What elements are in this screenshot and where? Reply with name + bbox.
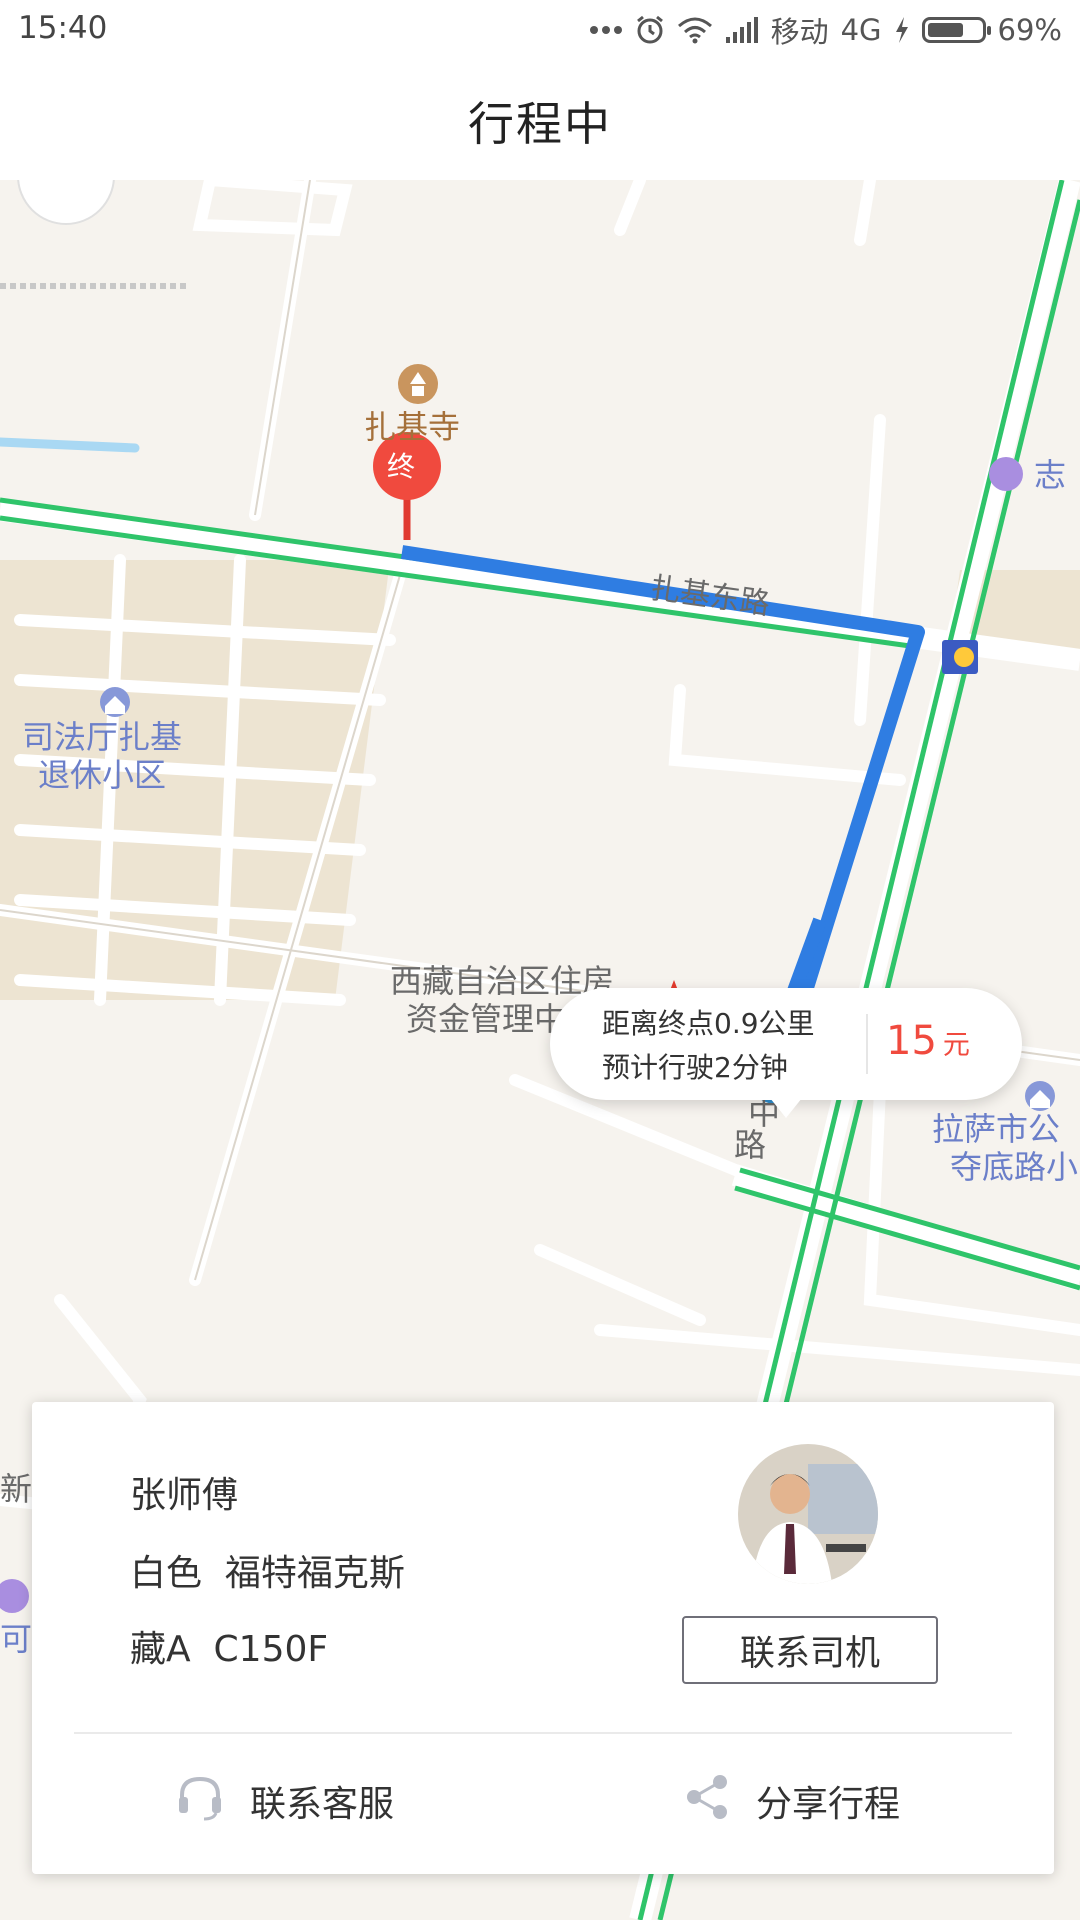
poi-left-label-xin: 新 — [0, 1470, 33, 1508]
share-trip-label: 分享行程 — [756, 1784, 901, 1825]
road-label-mid-2: 路 — [734, 1126, 767, 1164]
car-info: 白色 福特福克斯 — [130, 1544, 405, 1596]
fare-unit: 元 — [942, 1030, 970, 1061]
eta-text: 距离终点0.9公里 预计行驶2分钟 — [602, 1002, 815, 1090]
wifi-icon — [677, 16, 713, 44]
status-time: 15:40 — [18, 10, 108, 46]
poi-community-line-2: 退休小区 — [38, 756, 167, 794]
card-divider — [74, 1732, 1012, 1734]
fare-value: 15 — [886, 1018, 937, 1064]
share-icon — [682, 1772, 732, 1831]
destination-marker-label: 终 — [387, 450, 416, 483]
poi-lhasa-line-1: 拉萨市公 — [932, 1110, 1061, 1148]
driver-card: 张师傅 白色 福特福克斯 藏A C150F 联系司机 联系客服 分享行程 — [32, 1402, 1054, 1874]
eta-time: 预计行驶2分钟 — [602, 1051, 788, 1084]
signal-icon — [725, 17, 759, 43]
eta-bubble: 距离终点0.9公里 预计行驶2分钟 15 元 — [550, 988, 1022, 1118]
title-bar: 行程中 — [0, 62, 1080, 180]
headset-icon — [174, 1771, 226, 1832]
customer-service-label: 联系客服 — [250, 1784, 395, 1825]
poi-lhasa-line-2: 夺底路小 — [950, 1148, 1079, 1186]
car-model: 福特福克斯 — [224, 1553, 405, 1594]
eta-separator — [866, 1014, 868, 1074]
poi-hotel-label[interactable]: 志 — [1034, 456, 1066, 494]
customer-service-button[interactable]: 联系客服 — [174, 1756, 394, 1846]
driver-avatar[interactable] — [738, 1444, 878, 1584]
poi-left-label-ke: 可 — [0, 1620, 33, 1658]
fare-estimate: 15 元 — [886, 1018, 970, 1064]
plate-prefix: 藏A — [130, 1629, 191, 1670]
poi-community-line-1: 司法厅扎基 — [22, 718, 183, 756]
contact-driver-button[interactable]: 联系司机 — [682, 1616, 938, 1684]
status-bar: 15:40 移动 4G 69% — [0, 0, 1080, 62]
poi-community-label[interactable]: 司法厅扎基 退休小区 — [22, 718, 182, 794]
battery-percent: 69% — [997, 13, 1062, 47]
share-trip-button[interactable]: 分享行程 — [682, 1756, 900, 1846]
poi-lhasa-label[interactable]: 拉萨市公 夺底路小 — [932, 1110, 1078, 1186]
plate-number: C150F — [213, 1629, 329, 1670]
network-type: 4G — [840, 13, 882, 47]
carrier-label: 移动 — [770, 15, 829, 49]
charging-icon — [894, 16, 910, 44]
driver-name: 张师傅 — [130, 1475, 239, 1516]
plate-info: 藏A C150F — [130, 1620, 328, 1672]
page-title: 行程中 — [468, 97, 612, 151]
car-color: 白色 — [130, 1553, 203, 1594]
poi-temple-label[interactable]: 扎基寺 — [364, 408, 460, 446]
battery-icon — [921, 17, 991, 43]
alarm-icon — [635, 15, 665, 45]
eta-distance: 距离终点0.9公里 — [602, 1007, 815, 1040]
more-dots-icon — [589, 25, 623, 35]
status-icons: 移动 4G 69% — [589, 10, 1062, 50]
